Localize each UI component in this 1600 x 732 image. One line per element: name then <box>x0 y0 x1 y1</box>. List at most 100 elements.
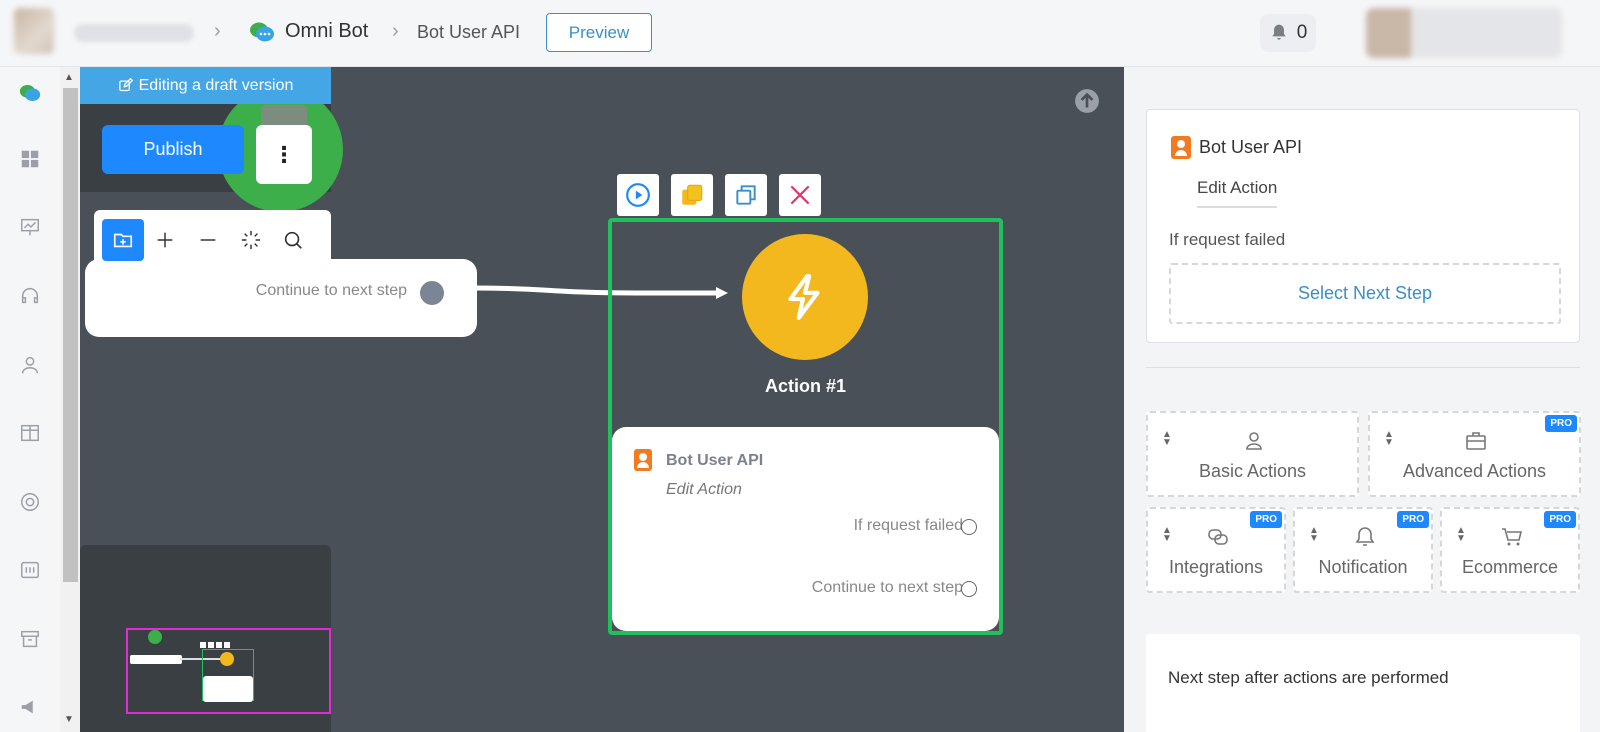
notifications-button[interactable]: 0 <box>1260 14 1316 52</box>
cart-icon <box>1500 525 1524 549</box>
minimap-tool <box>224 642 230 648</box>
add-folder-button[interactable] <box>102 219 144 261</box>
minimap[interactable] <box>80 545 331 732</box>
headset-icon <box>21 288 39 304</box>
zoom-out-button[interactable] <box>187 219 229 261</box>
copy-node-button[interactable] <box>671 174 713 216</box>
presentation-chart-icon <box>21 218 39 236</box>
output-handle-failed[interactable] <box>961 519 977 535</box>
chevron-right-icon: › <box>392 20 399 42</box>
bell-icon <box>1353 525 1377 549</box>
chevron-right-icon: › <box>214 20 221 42</box>
sidebar-item-support[interactable] <box>18 284 42 308</box>
category-advanced-actions[interactable]: ▲ ▼ Advanced Actions PRO <box>1368 411 1581 497</box>
draft-banner: Editing a draft version <box>80 67 331 104</box>
category-label: Advanced Actions <box>1402 461 1547 481</box>
workspace-name[interactable] <box>74 24 194 42</box>
canvas-toolbar <box>94 210 331 268</box>
sidebar <box>0 67 60 732</box>
chat-bot-icon <box>19 84 41 102</box>
user-menu[interactable] <box>1366 8 1562 58</box>
link-icon <box>1206 525 1230 549</box>
auto-layout-button[interactable] <box>230 219 272 261</box>
search-button[interactable] <box>272 219 314 261</box>
select-next-step-button[interactable]: Select Next Step <box>1169 263 1561 324</box>
preview-button[interactable]: Preview <box>546 13 652 52</box>
lifebuoy-icon <box>21 493 39 511</box>
sort-icon: ▲ ▼ <box>1309 525 1319 544</box>
flow-canvas[interactable]: Editing a draft version Publish ⋮ Contin… <box>80 67 1124 732</box>
start-node-output-handle[interactable] <box>420 281 444 305</box>
action-node-card[interactable]: Bot User API Edit Action If request fail… <box>612 427 999 631</box>
publish-button[interactable]: Publish <box>102 125 244 174</box>
tab-edit-action[interactable]: Edit Action <box>1197 178 1278 208</box>
scrollbar-thumb[interactable] <box>63 88 78 582</box>
category-basic-actions[interactable]: ▲ ▼ Basic Actions <box>1146 411 1359 497</box>
sidebar-item-bots[interactable] <box>18 81 42 105</box>
scroll-up-icon[interactable]: ▲ <box>64 72 74 83</box>
sidebar-item-users[interactable] <box>18 353 42 377</box>
minimap-action-card <box>203 676 253 702</box>
next-step-label: Next step after actions are performed <box>1168 668 1449 687</box>
minimap-tool <box>216 642 222 648</box>
start-node-output-label: Continue to next step <box>255 282 407 299</box>
copy-icon <box>682 184 703 205</box>
lightning-icon <box>788 274 820 320</box>
delete-node-button[interactable] <box>779 174 821 216</box>
divider <box>1146 367 1580 368</box>
workspace-avatar[interactable] <box>14 8 54 54</box>
zoom-in-button[interactable] <box>144 219 186 261</box>
sort-icon: ▲ ▼ <box>1456 525 1466 544</box>
duplicate-icon <box>736 185 756 205</box>
action-card-subtitle: Edit Action <box>666 481 742 498</box>
sidebar-item-help[interactable] <box>18 490 42 514</box>
minus-icon <box>200 239 216 241</box>
sidebar-item-analytics[interactable] <box>18 215 42 239</box>
user-icon <box>21 356 39 374</box>
action-node-title: Action #1 <box>764 376 847 396</box>
sidebar-item-broadcast[interactable] <box>18 695 42 719</box>
pro-badge: PRO <box>1544 511 1576 528</box>
minimap-start <box>148 630 162 644</box>
output-handle-next[interactable] <box>961 581 977 597</box>
scroll-down-icon[interactable]: ▼ <box>64 714 74 725</box>
output-label-next: Continue to next step <box>811 579 963 596</box>
search-icon <box>284 231 302 249</box>
chat-bot-icon <box>250 22 274 42</box>
vertical-dots-icon: ⋮ <box>273 141 295 167</box>
sidebar-item-dashboard[interactable] <box>18 147 42 171</box>
category-label: Notification <box>1318 557 1408 577</box>
sidebar-item-reports[interactable] <box>18 558 42 582</box>
category-notification[interactable]: ▲ ▼ Notification PRO <box>1293 507 1433 593</box>
megaphone-icon <box>21 700 33 714</box>
upload-icon[interactable] <box>1074 88 1100 114</box>
archive-icon <box>21 630 39 648</box>
minimap-node <box>130 655 182 664</box>
minimap-action-badge <box>220 652 234 666</box>
test-node-button[interactable] <box>617 174 659 216</box>
user-pin-icon <box>1242 429 1266 453</box>
category-ecommerce[interactable]: ▲ ▼ Ecommerce PRO <box>1440 507 1580 593</box>
action-node[interactable]: Action #1 Bot User API Edit Action If re… <box>608 218 1003 635</box>
output-label-failed: If request failed <box>853 517 963 534</box>
sort-icon: ▲ ▼ <box>1162 429 1172 448</box>
sidebar-item-archive[interactable] <box>18 627 42 651</box>
start-node[interactable]: Continue to next step <box>85 259 477 337</box>
duplicate-node-button[interactable] <box>725 174 767 216</box>
minimap-tool <box>208 642 214 648</box>
user-badge-icon <box>1171 136 1191 159</box>
pro-badge: PRO <box>1250 511 1282 528</box>
category-integrations[interactable]: ▲ ▼ Integrations PRO <box>1146 507 1286 593</box>
action-card-title: Bot User API <box>666 452 764 469</box>
action-settings-card: Bot User API Edit Action If request fail… <box>1146 109 1580 343</box>
more-options-button[interactable]: ⋮ <box>256 125 312 184</box>
close-icon <box>790 185 810 205</box>
next-step-section: Next step after actions are performed <box>1146 634 1580 732</box>
sidebar-item-layout[interactable] <box>18 421 42 445</box>
breadcrumb-bot[interactable]: Omni Bot <box>285 20 368 43</box>
draft-banner-text: Editing a draft version <box>138 76 294 94</box>
sort-icon: ▲ ▼ <box>1384 429 1394 448</box>
notification-count: 0 <box>1296 22 1308 43</box>
breadcrumb-action: Bot User API <box>417 22 521 42</box>
category-label: Integrations <box>1168 557 1264 577</box>
